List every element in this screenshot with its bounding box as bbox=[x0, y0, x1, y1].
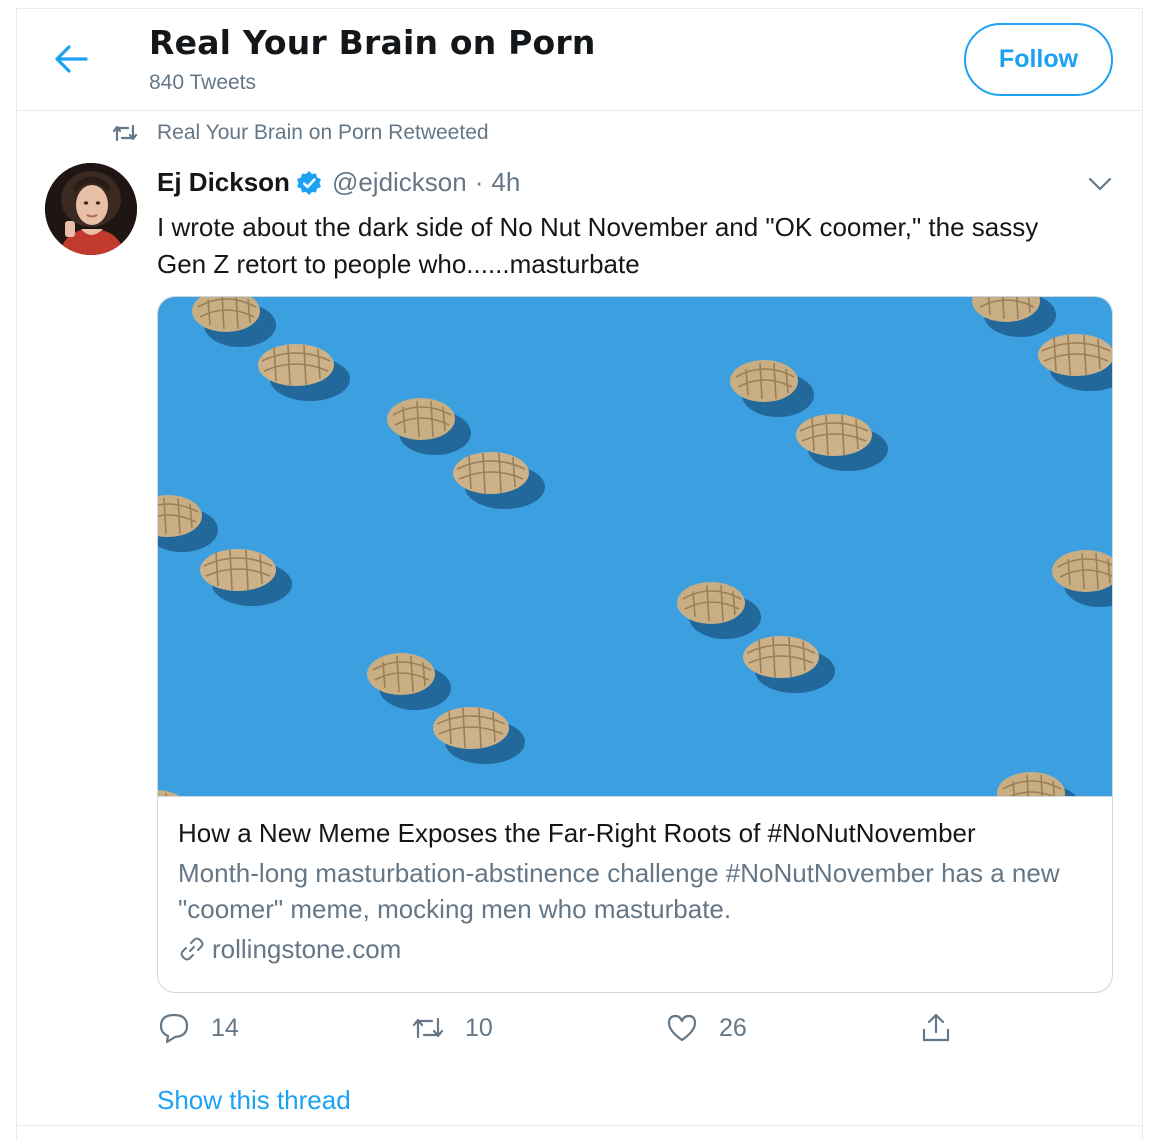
separator-dot: · bbox=[474, 167, 484, 197]
avatar-photo bbox=[45, 163, 137, 255]
card-title: How a New Meme Exposes the Far-Right Roo… bbox=[178, 818, 976, 848]
profile-header: Real Your Brain on Porn 840 Tweets Follo… bbox=[17, 9, 1142, 111]
retweet-icon bbox=[411, 1011, 445, 1045]
follow-button[interactable]: Follow bbox=[964, 23, 1113, 96]
tweet-timestamp[interactable]: 4h bbox=[491, 167, 520, 198]
retweet-icon bbox=[112, 121, 138, 145]
card-description: Month-long masturbation-abstinence chall… bbox=[178, 858, 1060, 924]
tweet-count: 840 Tweets bbox=[149, 71, 257, 94]
share-icon bbox=[919, 1011, 953, 1045]
timeline-column: Real Your Brain on Porn 840 Tweets Follo… bbox=[16, 8, 1143, 1140]
retweet-context[interactable]: Real Your Brain on Porn Retweeted bbox=[112, 121, 489, 145]
card-domain-text: rollingstone.com bbox=[212, 934, 402, 964]
arrow-left-icon bbox=[55, 45, 88, 73]
back-button[interactable] bbox=[51, 39, 91, 79]
avatar[interactable] bbox=[45, 163, 137, 255]
reply-count: 14 bbox=[211, 1013, 239, 1042]
link-card[interactable]: How a New Meme Exposes the Far-Right Roo… bbox=[157, 296, 1113, 993]
chevron-down-icon bbox=[1088, 177, 1112, 191]
divider bbox=[17, 1125, 1142, 1126]
heart-icon bbox=[665, 1011, 699, 1045]
reply-icon bbox=[157, 1011, 191, 1045]
retweet-count: 10 bbox=[465, 1013, 493, 1042]
peanut-pattern-image bbox=[158, 297, 1112, 796]
retweet-context-label: Real Your Brain on Porn Retweeted bbox=[157, 121, 489, 144]
like-count: 26 bbox=[719, 1013, 747, 1042]
like-button[interactable]: 26 bbox=[665, 1011, 747, 1045]
tweet-text: I wrote about the dark side of No Nut No… bbox=[157, 212, 1039, 279]
tweet-actions: 14 10 26 bbox=[157, 1011, 1117, 1055]
profile-name: Real Your Brain on Porn bbox=[149, 23, 596, 62]
retweet-button[interactable]: 10 bbox=[411, 1011, 493, 1045]
share-button[interactable] bbox=[919, 1011, 973, 1045]
tweet-menu-button[interactable] bbox=[1085, 169, 1115, 199]
card-domain: rollingstone.com bbox=[178, 931, 1098, 967]
verified-badge-icon bbox=[296, 170, 322, 196]
card-body: How a New Meme Exposes the Far-Right Roo… bbox=[178, 815, 1098, 967]
card-image bbox=[158, 297, 1112, 797]
reply-button[interactable]: 14 bbox=[157, 1011, 239, 1045]
author-name[interactable]: Ej Dickson bbox=[157, 167, 290, 198]
show-thread-link[interactable]: Show this thread bbox=[157, 1085, 351, 1116]
link-icon bbox=[178, 935, 206, 963]
author-handle[interactable]: @ejdickson bbox=[332, 167, 467, 198]
tweet-header: Ej Dickson @ejdickson · 4h bbox=[157, 167, 520, 198]
